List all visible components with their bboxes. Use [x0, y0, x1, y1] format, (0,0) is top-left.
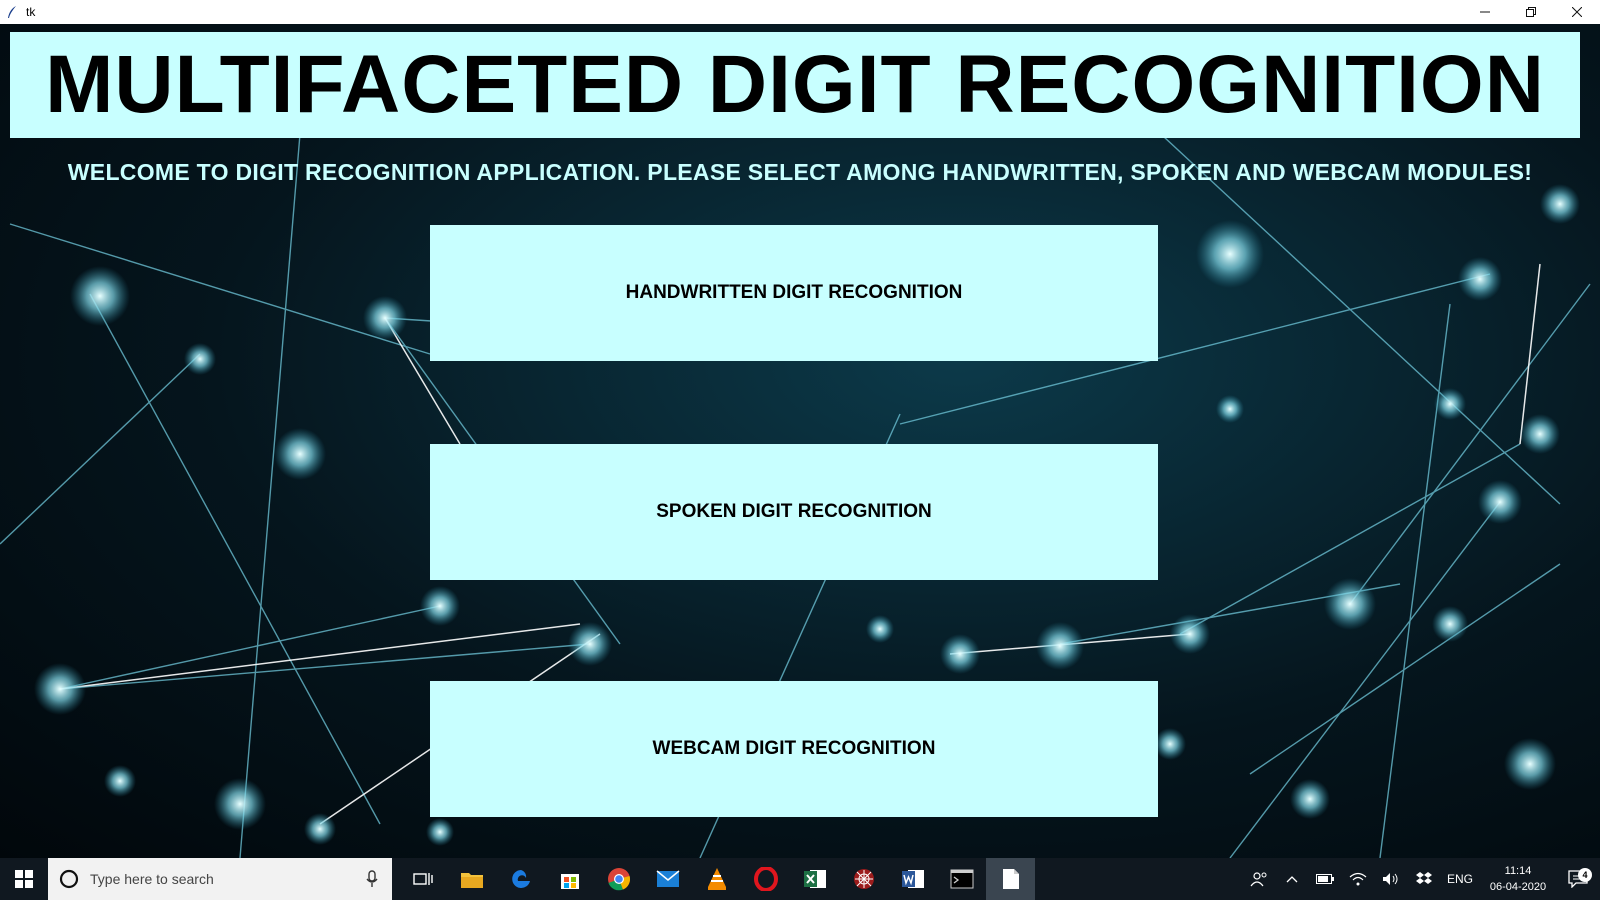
minimize-button[interactable] [1462, 0, 1508, 24]
minimize-icon [1480, 11, 1490, 13]
battery-icon[interactable] [1308, 874, 1341, 884]
notification-count-badge: 4 [1578, 868, 1592, 882]
handwritten-recognition-button[interactable]: HANDWRITTEN DIGIT RECOGNITION [430, 225, 1158, 361]
feather-icon [6, 5, 20, 19]
clock-time: 11:14 [1504, 865, 1532, 877]
terminal-icon[interactable] [937, 858, 986, 900]
store-icon[interactable] [545, 858, 594, 900]
start-button[interactable] [0, 858, 48, 900]
chevron-up-icon[interactable] [1275, 875, 1308, 883]
edge-icon[interactable] [496, 858, 545, 900]
window-title: tk [26, 5, 36, 19]
webcam-recognition-button[interactable]: WEBCAM DIGIT RECOGNITION [430, 681, 1158, 817]
taskbar-search-box[interactable]: Type here to search [48, 858, 392, 900]
close-icon [1572, 7, 1582, 17]
chrome-icon[interactable] [594, 858, 643, 900]
mail-icon[interactable] [643, 858, 692, 900]
restore-button[interactable] [1508, 0, 1554, 24]
microphone-icon[interactable] [366, 870, 378, 893]
system-tray: ENG 11:14 06-04-2020 4 [1242, 858, 1600, 900]
spoken-recognition-button[interactable]: SPOKEN DIGIT RECOGNITION [430, 444, 1158, 580]
windows-taskbar: Type here to search ENG 11:14 06-04-2020… [0, 858, 1600, 900]
opera-icon[interactable] [741, 858, 790, 900]
clock-date: 06-04-2020 [1489, 881, 1547, 893]
wifi-icon[interactable] [1341, 872, 1374, 886]
cortana-icon [59, 869, 79, 889]
dropbox-icon[interactable] [1407, 871, 1440, 887]
close-button[interactable] [1554, 0, 1600, 24]
document-icon[interactable] [986, 858, 1035, 900]
clock[interactable]: 11:14 06-04-2020 [1480, 863, 1556, 895]
app-heading: MULTIFACETED DIGIT RECOGNITION [10, 32, 1580, 138]
app-window: MULTIFACETED DIGIT RECOGNITION WELCOME T… [0, 24, 1600, 858]
vlc-icon[interactable] [692, 858, 741, 900]
language-indicator[interactable]: ENG [1440, 872, 1480, 886]
task-view-icon[interactable] [398, 858, 447, 900]
action-center-button[interactable]: 4 [1556, 868, 1600, 888]
window-title-bar: tk [0, 0, 1600, 24]
word-icon[interactable] [888, 858, 937, 900]
people-icon[interactable] [1242, 871, 1275, 887]
welcome-message: WELCOME TO DIGIT RECOGNITION APPLICATION… [67, 159, 1533, 185]
excel-icon[interactable] [790, 858, 839, 900]
spider-app-icon[interactable] [839, 858, 888, 900]
windows-logo-icon [15, 870, 33, 888]
volume-icon[interactable] [1374, 872, 1407, 886]
file-explorer-icon[interactable] [447, 858, 496, 900]
restore-icon [1526, 7, 1536, 17]
search-placeholder: Type here to search [90, 871, 214, 887]
